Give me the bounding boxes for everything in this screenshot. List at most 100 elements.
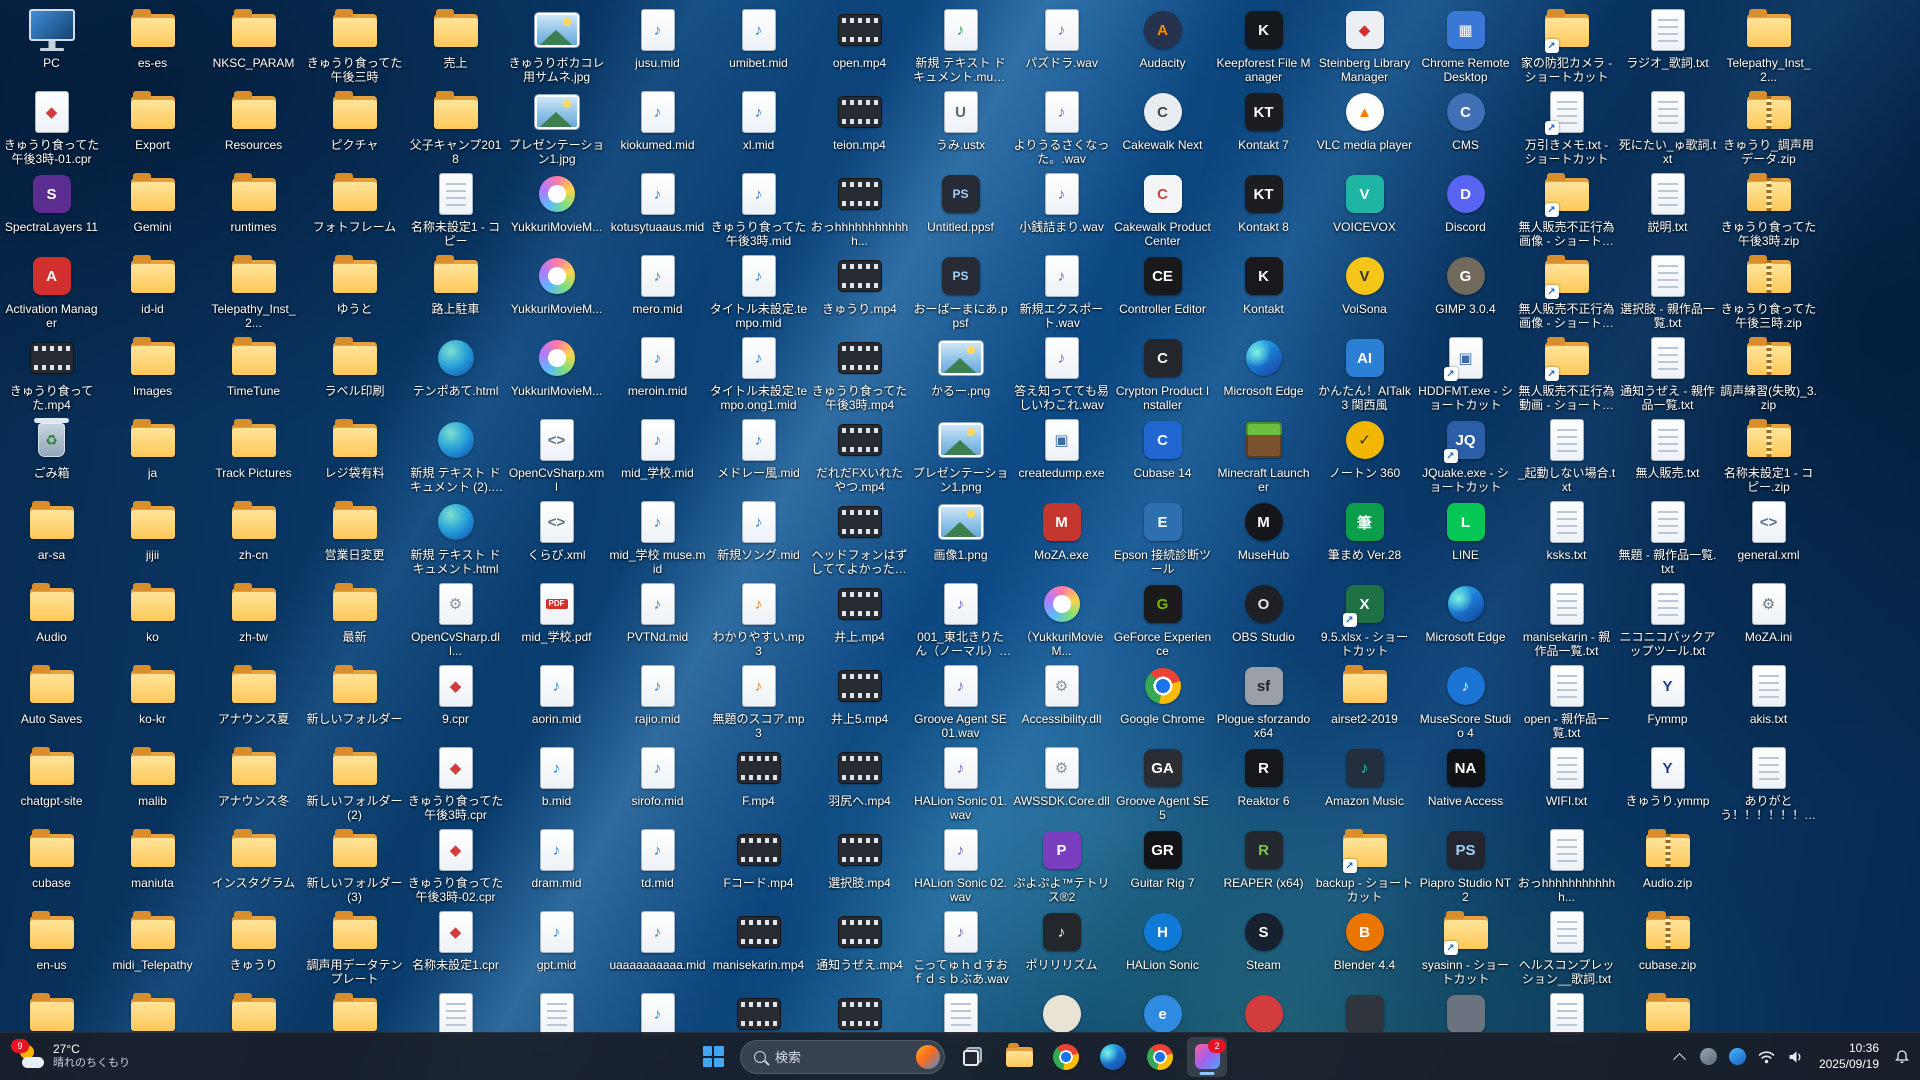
media-app-button[interactable]: 2	[1187, 1037, 1227, 1077]
desktop-icon[interactable]: 筆筆まめ Ver.28	[1314, 494, 1415, 576]
desktop-icon[interactable]: KKontakt	[1213, 248, 1314, 330]
desktop-icon[interactable]: 死にたい_ゅ歌詞.txt	[1617, 84, 1718, 166]
desktop-icon[interactable]: open.mp4	[809, 2, 910, 84]
desktop-icon[interactable]: だれだFXいれたやつ.mp4	[809, 412, 910, 494]
desktop-icon[interactable]: ♪td.mid	[607, 822, 708, 904]
desktop-icon[interactable]: ゆうと	[304, 248, 405, 330]
desktop-icon[interactable]: ↗万引きメモ.txt - ショートカット	[1516, 84, 1617, 166]
desktop-icon[interactable]: NANative Access	[1415, 740, 1516, 822]
desktop-icon[interactable]: GGeForce Experience	[1112, 576, 1213, 658]
desktop-icon[interactable]: ↗無人販売不正行為画像 - ショートカッ...	[1516, 166, 1617, 248]
desktop-icon[interactable]: Track Pictures	[203, 412, 304, 494]
desktop-icon[interactable]: ⚙MoZA.ini	[1718, 576, 1819, 658]
desktop-icon[interactable]: ♪meroin.mid	[607, 330, 708, 412]
desktop-icon[interactable]: ja	[102, 412, 203, 494]
desktop-icon[interactable]: manisekarin - 親作品一覧.txt	[1516, 576, 1617, 658]
desktop-icon[interactable]: 新しいフォルダー (2)	[304, 740, 405, 822]
desktop-icon[interactable]	[405, 986, 506, 1035]
desktop-icon[interactable]: 井上5.mp4	[809, 658, 910, 740]
file-explorer-button[interactable]	[999, 1037, 1039, 1077]
desktop-icon[interactable]: open - 親作品一覧.txt	[1516, 658, 1617, 740]
desktop-icon[interactable]: ◆名称未設定1.cpr	[405, 904, 506, 986]
desktop-icon[interactable]: 路上駐車	[405, 248, 506, 330]
desktop-icon[interactable]: ♪jusu.mid	[607, 2, 708, 84]
desktop-icon[interactable]: KKeepforest File Manager	[1213, 2, 1314, 84]
desktop-icon[interactable]: SSteam	[1213, 904, 1314, 986]
desktop-icon[interactable]: NKSC_PARAM	[203, 2, 304, 84]
desktop-icon[interactable]: ♪小銭詰まり.wav	[1011, 166, 1112, 248]
desktop-icon[interactable]: Telepathy_Inst_2...	[203, 248, 304, 330]
desktop-icon[interactable]: ♪新規ソング.mid	[708, 494, 809, 576]
desktop-icon[interactable]: ♪kotusytuaaus.mid	[607, 166, 708, 248]
desktop-icon[interactable]: Fコード.mp4	[708, 822, 809, 904]
desktop-icon[interactable]: ♪ポリリリズム	[1011, 904, 1112, 986]
desktop-icon[interactable]: 新規 テキスト ドキュメント.html	[405, 494, 506, 576]
desktop-icon[interactable]: ♪mid_学校 muse.mid	[607, 494, 708, 576]
desktop-icon[interactable]: VVOICEVOX	[1314, 166, 1415, 248]
desktop-icon[interactable]: F.mp4	[708, 740, 809, 822]
desktop-icon[interactable]: ▣↗HDDFMT.exe - ショートカット	[1415, 330, 1516, 412]
desktop-icon[interactable]: ♪mid_学校.mid	[607, 412, 708, 494]
desktop-icon[interactable]: LLINE	[1415, 494, 1516, 576]
desktop-icon[interactable]: 選択肢.mp4	[809, 822, 910, 904]
desktop-icon[interactable]	[1415, 986, 1516, 1035]
desktop-icon[interactable]: きゅうりボカコレ用サムネ.jpg	[506, 2, 607, 84]
desktop-icon[interactable]: Google Chrome	[1112, 658, 1213, 740]
desktop-icon[interactable]: ⚙OpenCvSharp.dll...	[405, 576, 506, 658]
desktop-icon[interactable]: zh-tw	[203, 576, 304, 658]
desktop-icon[interactable]: ♪aorin.mid	[506, 658, 607, 740]
desktop-icon[interactable]: ♪新規エクスポート.wav	[1011, 248, 1112, 330]
desktop-icon[interactable]: ♪xl.mid	[708, 84, 809, 166]
desktop-icon[interactable]: ごみ箱	[1, 412, 102, 494]
desktop-icon[interactable]: Uうみ.ustx	[910, 84, 1011, 166]
desktop-icon[interactable]: おっhhhhhhhhhhhh...	[809, 166, 910, 248]
desktop-icon[interactable]: 羽尻へ.mp4	[809, 740, 910, 822]
desktop-icon[interactable]: ◆きゅうり食ってた午後3時-02.cpr	[405, 822, 506, 904]
tray-app-1-button[interactable]	[1695, 1037, 1723, 1077]
desktop-icon[interactable]	[708, 986, 809, 1035]
desktop-icon[interactable]: プレゼンテーション1.jpg	[506, 84, 607, 166]
desktop-icon[interactable]	[910, 986, 1011, 1035]
tray-app-2-button[interactable]	[1724, 1037, 1752, 1077]
desktop-icon[interactable]: PSUntitled.ppsf	[910, 166, 1011, 248]
desktop-icon[interactable]: JQ↗JQuake.exe - ショートカット	[1415, 412, 1516, 494]
desktop-icon[interactable]: Images	[102, 330, 203, 412]
desktop-icon[interactable]	[304, 986, 405, 1035]
desktop-icon[interactable]: cubase	[1, 822, 102, 904]
clock[interactable]: 10:36 2025/09/19	[1811, 1037, 1887, 1077]
desktop-icon[interactable]	[1314, 986, 1415, 1035]
desktop-icon[interactable]: ニコニコバックアップツール.txt	[1617, 576, 1718, 658]
desktop-icon[interactable]: ↗無人販売不正行為画像 - ショートカット	[1516, 248, 1617, 330]
desktop-icon[interactable]: ヘッドフォンはずしててよかった.mp4	[809, 494, 910, 576]
desktop-icon[interactable]: zh-cn	[203, 494, 304, 576]
search-box[interactable]: 検索	[740, 1040, 945, 1074]
desktop-icon[interactable]: ♪umibet.mid	[708, 2, 809, 84]
desktop-icon[interactable]: _起動しない場合.txt	[1516, 412, 1617, 494]
desktop-icon[interactable]: YukkuriMovieM...	[506, 330, 607, 412]
desktop-icon[interactable]: 通知うぜえ.mp4	[809, 904, 910, 986]
desktop-icon[interactable]: ♪001_東北きりたん（ノーマル）_今じゃ...	[910, 576, 1011, 658]
desktop-icon[interactable]: ♪きゅうり食ってた午後3時.mid	[708, 166, 809, 248]
desktop-icon[interactable]: CEController Editor	[1112, 248, 1213, 330]
desktop-icon[interactable]: きゅうり.mp4	[809, 248, 910, 330]
desktop-icon[interactable]: CCMS	[1415, 84, 1516, 166]
desktop-icon[interactable]: きゅうり	[203, 904, 304, 986]
desktop-icon[interactable]: airset2-2019	[1314, 658, 1415, 740]
desktop-icon[interactable]	[1, 986, 102, 1035]
desktop-icon[interactable]: maniuta	[102, 822, 203, 904]
desktop-icon[interactable]: ⚙Accessibility.dll	[1011, 658, 1112, 740]
desktop-icon[interactable]: 無題 - 親作品一覧.txt	[1617, 494, 1718, 576]
desktop-icon[interactable]: ↗syasinn - ショートカット	[1415, 904, 1516, 986]
desktop-icon[interactable]: X↗9.5.xlsx - ショートカット	[1314, 576, 1415, 658]
desktop-icon[interactable]: ↗無人販売不正行為動画 - ショートカット	[1516, 330, 1617, 412]
desktop-icon[interactable]: ♪答え知ってても易しいわこれ.wav	[1011, 330, 1112, 412]
desktop-icon[interactable]: ▣createdump.exe	[1011, 412, 1112, 494]
desktop-icon[interactable]: cubase.zip	[1617, 904, 1718, 986]
start-button[interactable]	[693, 1037, 733, 1077]
desktop-icon[interactable]: ♪こってゅｈｄすおｆｄｓｂぶあ.wav	[910, 904, 1011, 986]
volume-button[interactable]	[1782, 1037, 1810, 1077]
desktop-icon[interactable]: ♪b.mid	[506, 740, 607, 822]
desktop-icon[interactable]: EEpson 接続診断ツール	[1112, 494, 1213, 576]
notification-bell-button[interactable]	[1888, 1037, 1916, 1077]
desktop-icon[interactable]: MMuseHub	[1213, 494, 1314, 576]
